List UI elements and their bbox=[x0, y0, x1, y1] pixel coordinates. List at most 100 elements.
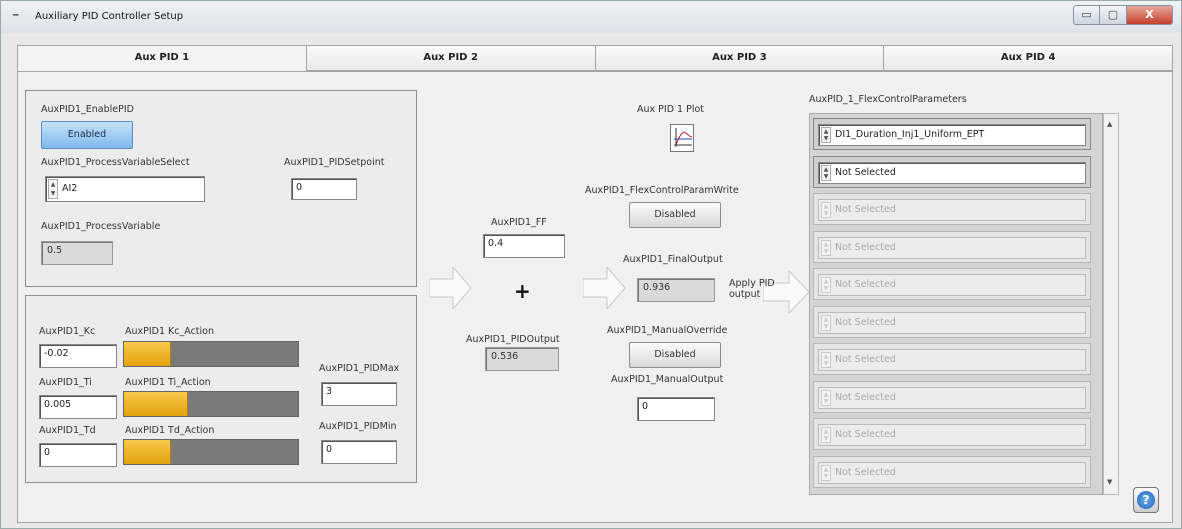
manual-override-label: AuxPID1_ManualOverride bbox=[607, 325, 728, 336]
tab-aux-pid-1[interactable]: Aux PID 1 bbox=[17, 45, 306, 73]
close-button[interactable]: X bbox=[1127, 5, 1173, 25]
spinner-icon[interactable]: ▲ ▼ bbox=[821, 352, 831, 368]
process-variable-select-value: AI2 bbox=[62, 183, 78, 194]
question-icon: ? bbox=[1137, 491, 1155, 509]
process-variable-select-label: AuxPID1_ProcessVariableSelect bbox=[41, 157, 190, 168]
plot-label: Aux PID 1 Plot bbox=[637, 104, 704, 115]
td-input[interactable]: 0 bbox=[39, 443, 117, 467]
flex-param-row: ▲ ▼ Not Selected bbox=[813, 455, 1091, 488]
tab-bar: Aux PID 1 Aux PID 2 Aux PID 3 Aux PID 4 bbox=[17, 45, 1173, 73]
apply-pid-output-label: Apply PID output bbox=[729, 278, 775, 300]
window-title: Auxiliary PID Controller Setup bbox=[35, 11, 184, 22]
ti-action-bar bbox=[123, 391, 299, 417]
kc-action-label: AuxPID1 Kc_Action bbox=[125, 326, 215, 337]
plus-sign: + bbox=[514, 279, 531, 303]
flex-param-row: ▲ ▼ Not Selected bbox=[813, 380, 1091, 413]
pid-min-input[interactable]: 0 bbox=[321, 440, 397, 464]
tab-aux-pid-4[interactable]: Aux PID 4 bbox=[883, 45, 1173, 71]
spinner-icon[interactable]: ▲ ▼ bbox=[821, 314, 831, 331]
pid-max-label: AuxPID1_PIDMax bbox=[319, 363, 400, 374]
plot-curve-icon bbox=[674, 128, 693, 147]
flex-param-row: ▲ ▼ Not Selected bbox=[813, 230, 1091, 263]
flex-write-label: AuxPID1_FlexControlParamWrite bbox=[585, 185, 739, 196]
td-action-fill bbox=[124, 440, 171, 464]
td-label: AuxPID1_Td bbox=[39, 425, 96, 436]
maximize-button[interactable]: ▢ bbox=[1100, 5, 1127, 25]
scroll-up-icon[interactable]: ▲ bbox=[1107, 120, 1112, 128]
ti-action-fill bbox=[124, 392, 189, 416]
tab-aux-pid-3[interactable]: Aux PID 3 bbox=[594, 45, 884, 71]
minimize-button[interactable]: ▭ bbox=[1073, 5, 1100, 25]
ff-input[interactable]: 0.4 bbox=[483, 234, 565, 258]
process-variable-label: AuxPID1_ProcessVariable bbox=[41, 221, 161, 232]
flex-param-select[interactable]: ▲ ▼ Not Selected bbox=[818, 386, 1086, 409]
plot-icon[interactable] bbox=[670, 124, 694, 152]
flex-param-select[interactable]: ▲ ▼ Not Selected bbox=[818, 199, 1086, 221]
flex-param-row: ▲ ▼ Not Selected bbox=[813, 193, 1091, 225]
flex-write-button[interactable]: Disabled bbox=[629, 202, 721, 228]
flex-param-value: Not Selected bbox=[835, 354, 896, 365]
flow-arrow-icon bbox=[583, 267, 625, 309]
flex-param-row: ▲ ▼ Not Selected bbox=[813, 268, 1091, 300]
manual-output-input[interactable]: 0 bbox=[637, 397, 715, 421]
ff-label: AuxPID1_FF bbox=[491, 217, 547, 228]
final-output-indicator: 0.936 bbox=[637, 278, 715, 302]
flex-param-row: ▲ ▼ Not Selected bbox=[813, 305, 1091, 338]
tab-aux-pid-2[interactable]: Aux PID 2 bbox=[305, 45, 595, 71]
app-window: ━ Auxiliary PID Controller Setup ▭ ▢ X A… bbox=[0, 0, 1182, 529]
flex-params-label: AuxPID_1_FlexControlParameters bbox=[809, 94, 967, 105]
pid-setpoint-label: AuxPID1_PIDSetpoint bbox=[284, 157, 385, 168]
spinner-icon[interactable]: ▲ ▼ bbox=[821, 277, 831, 293]
kc-input[interactable]: -0.02 bbox=[39, 344, 117, 368]
pid-max-input[interactable]: 3 bbox=[321, 382, 397, 406]
flex-param-value: Not Selected bbox=[835, 279, 896, 290]
flex-param-select[interactable]: ▲ ▼ Not Selected bbox=[818, 236, 1086, 259]
flex-param-select[interactable]: ▲ ▼ Not Selected bbox=[818, 461, 1086, 484]
flex-param-value: Not Selected bbox=[835, 241, 896, 253]
flex-param-value: Not Selected bbox=[835, 316, 896, 328]
pid-min-label: AuxPID1_PIDMin bbox=[319, 421, 397, 432]
flex-param-value: Not Selected bbox=[835, 466, 896, 478]
flex-param-value: DI1_Duration_Inj1_Uniform_EPT bbox=[835, 129, 985, 140]
pid-setpoint-input[interactable]: 0 bbox=[291, 178, 357, 200]
app-icon: ━ bbox=[13, 11, 19, 21]
flow-arrow-icon bbox=[429, 267, 471, 309]
ti-action-label: AuxPID1 Ti_Action bbox=[125, 377, 211, 388]
scroll-down-icon[interactable]: ▼ bbox=[1107, 478, 1112, 486]
spinner-icon[interactable]: ▲ ▼ bbox=[48, 179, 58, 199]
flex-param-select[interactable]: ▲ ▼ Not Selected bbox=[818, 274, 1086, 296]
flex-param-value: Not Selected bbox=[835, 429, 896, 440]
pid-output-indicator: 0.536 bbox=[485, 347, 559, 371]
process-variable-select[interactable]: ▲ ▼ AI2 bbox=[45, 176, 205, 202]
flex-param-select[interactable]: ▲ ▼ Not Selected bbox=[818, 311, 1086, 334]
ti-input[interactable]: 0.005 bbox=[39, 395, 117, 419]
flex-param-value: Not Selected bbox=[835, 204, 896, 215]
spinner-icon[interactable]: ▲ ▼ bbox=[821, 389, 831, 406]
spinner-icon[interactable]: ▲ ▼ bbox=[821, 127, 831, 143]
manual-override-button[interactable]: Disabled bbox=[629, 342, 721, 368]
kc-action-fill bbox=[124, 342, 171, 366]
flex-param-select[interactable]: ▲ ▼ Not Selected bbox=[818, 349, 1086, 371]
process-variable-indicator: 0.5 bbox=[41, 241, 113, 265]
flex-param-select[interactable]: ▲ ▼ DI1_Duration_Inj1_Uniform_EPT bbox=[818, 124, 1086, 146]
final-output-label: AuxPID1_FinalOutput bbox=[623, 254, 723, 265]
kc-action-bar bbox=[123, 341, 299, 367]
td-action-label: AuxPID1 Td_Action bbox=[125, 425, 215, 436]
kc-label: AuxPID1_Kc bbox=[39, 326, 96, 337]
spinner-icon[interactable]: ▲ ▼ bbox=[821, 202, 831, 218]
spinner-icon[interactable]: ▲ ▼ bbox=[821, 164, 831, 181]
flex-params-scrollbar[interactable]: ▲ ▼ bbox=[1103, 113, 1119, 495]
spinner-icon[interactable]: ▲ ▼ bbox=[821, 427, 831, 443]
spinner-icon[interactable]: ▲ ▼ bbox=[821, 464, 831, 481]
help-button[interactable]: ? bbox=[1133, 487, 1159, 513]
flex-param-select[interactable]: ▲ ▼ Not Selected bbox=[818, 424, 1086, 446]
pid-output-label: AuxPID1_PIDOutput bbox=[466, 334, 560, 345]
flex-param-select[interactable]: ▲ ▼ Not Selected bbox=[818, 161, 1086, 184]
flex-param-value: Not Selected bbox=[835, 166, 896, 178]
enable-pid-button[interactable]: Enabled bbox=[41, 121, 133, 149]
spinner-icon[interactable]: ▲ ▼ bbox=[821, 239, 831, 256]
title-bar: ━ Auxiliary PID Controller Setup ▭ ▢ X bbox=[1, 1, 1181, 33]
manual-output-label: AuxPID1_ManualOutput bbox=[611, 374, 724, 385]
td-action-bar bbox=[123, 439, 299, 465]
flex-param-row: ▲ ▼ Not Selected bbox=[813, 343, 1091, 375]
